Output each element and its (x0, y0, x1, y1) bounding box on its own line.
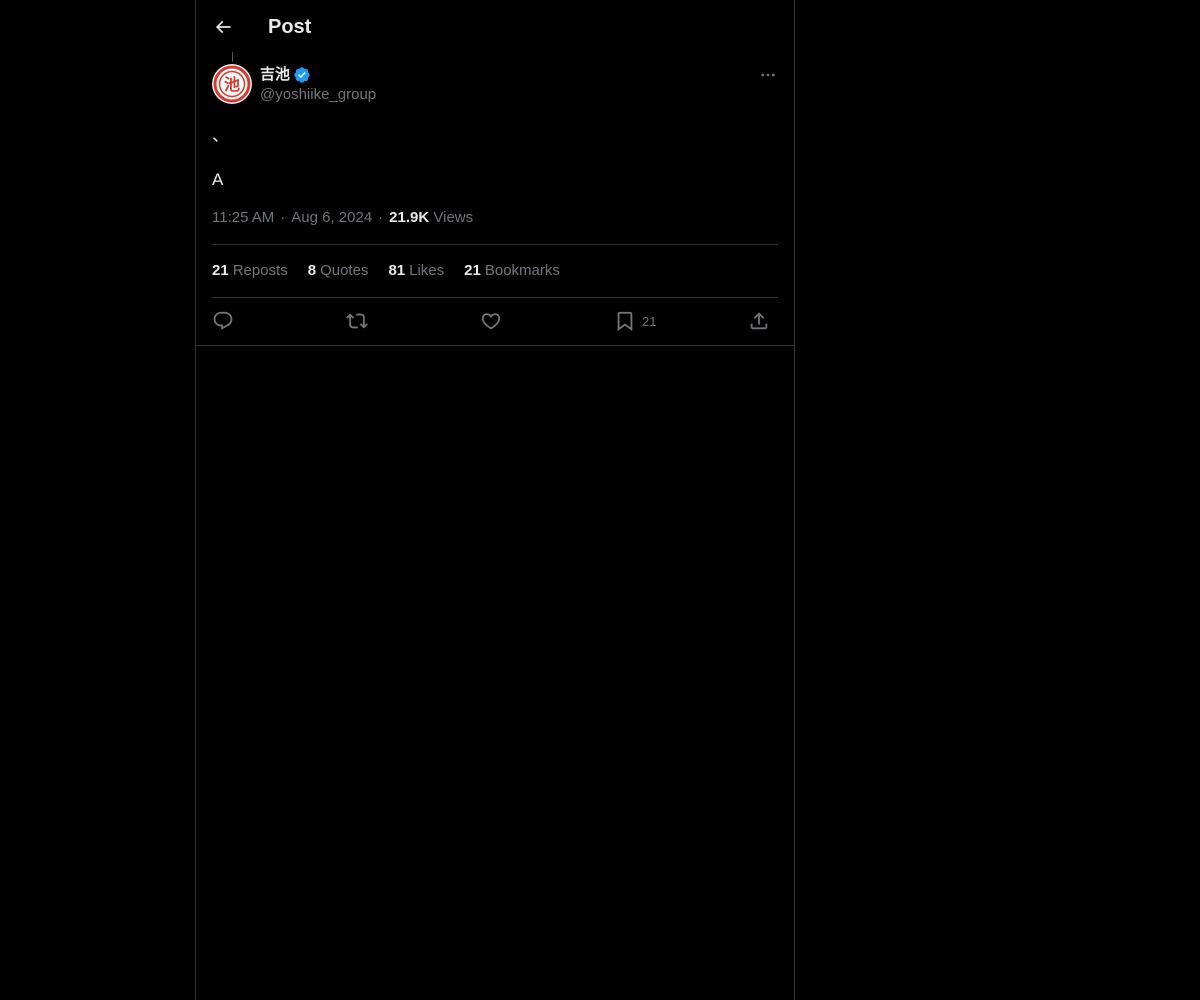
post-column: Post 池 吉池 @yoshiike_group 、 A 11:25 AM · A… (195, 0, 795, 1000)
avatar[interactable]: 池 (212, 64, 252, 104)
stat-reposts[interactable]: 21 Reposts (212, 261, 288, 281)
yoshiike-logo-icon: 池 (212, 64, 252, 104)
reply-button[interactable] (212, 309, 234, 333)
more-options-button[interactable] (756, 64, 780, 86)
like-button[interactable] (480, 309, 502, 333)
stat-label: Quotes (320, 262, 369, 279)
stat-bookmarks[interactable]: 21 Bookmarks (464, 261, 560, 281)
bookmark-count: 21 (642, 313, 657, 329)
divider (212, 297, 778, 298)
meta-separator: · (378, 209, 384, 226)
views-count: 21.9K (389, 209, 430, 226)
stat-quotes[interactable]: 8 Quotes (308, 261, 369, 281)
stat-label: Likes (409, 262, 445, 279)
stat-count: 81 (388, 262, 406, 279)
bookmark-icon (617, 311, 633, 332)
reply-icon (213, 311, 233, 330)
top-bar: Post (196, 0, 794, 53)
post-stats: 21 Reposts 8 Quotes 81 Likes 21 Bookmarks (212, 261, 580, 281)
avatar-glyph: 池 (224, 75, 240, 94)
post-time[interactable]: 11:25 AM (212, 209, 274, 226)
post-bottom-border (196, 345, 794, 346)
author-name[interactable]: 吉池 (260, 65, 311, 85)
stat-label: Reposts (232, 262, 288, 279)
action-bar: 21 (212, 309, 778, 333)
repost-icon (346, 313, 368, 329)
author-name-text: 吉池 (260, 66, 291, 83)
divider (212, 244, 778, 245)
post-text-line-2: A (212, 170, 224, 189)
meta-separator: · (280, 209, 286, 226)
views-label: Views (433, 209, 474, 226)
post-meta: 11:25 AM · Aug 6, 2024 · 21.9K Views (212, 208, 473, 228)
arrow-left-icon (215, 20, 231, 34)
stat-count: 8 (307, 262, 317, 279)
more-horizontal-icon (761, 73, 775, 77)
thread-connector-line (232, 52, 233, 62)
stat-likes[interactable]: 81 Likes (388, 261, 444, 281)
post-date[interactable]: Aug 6, 2024 (291, 209, 372, 226)
page-title: Post (268, 16, 312, 38)
bookmark-button[interactable]: 21 (614, 309, 656, 333)
stat-count: 21 (212, 262, 229, 279)
share-icon (750, 312, 768, 330)
post-text: 、 A (212, 125, 778, 191)
post-text-line-1: 、 (212, 126, 229, 145)
stat-label: Bookmarks (484, 262, 560, 279)
repost-button[interactable] (346, 309, 368, 333)
author-handle[interactable]: @yoshiike_group (260, 85, 376, 105)
stat-count: 21 (464, 262, 481, 279)
share-button[interactable] (748, 309, 770, 333)
heart-icon (481, 313, 501, 330)
back-button[interactable] (208, 12, 238, 42)
verified-badge-icon (294, 67, 310, 83)
